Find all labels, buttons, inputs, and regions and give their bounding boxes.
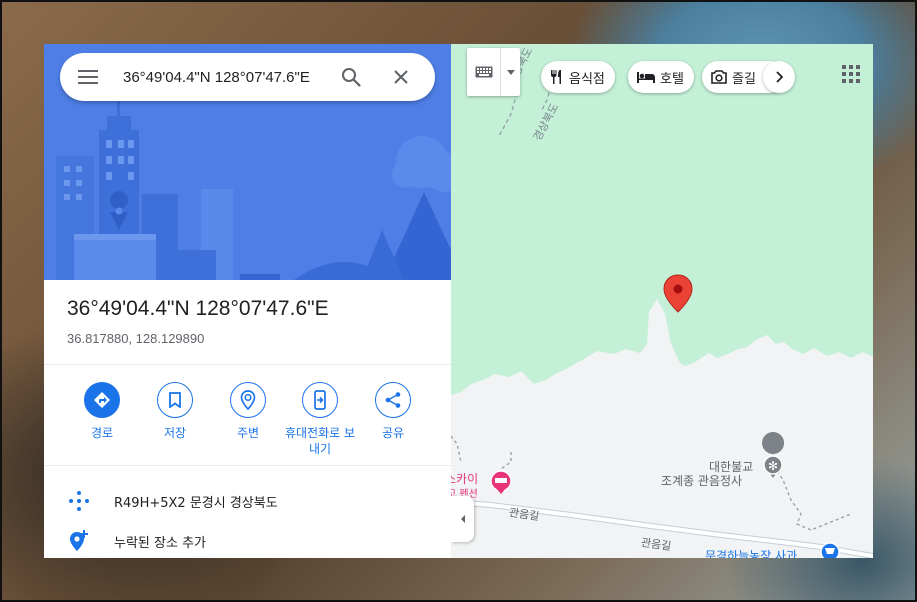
directions-button[interactable]: 경로 [62,382,142,441]
plus-code-icon [69,491,89,511]
place-decimal-coordinates: 36.817880, 128.129890 [67,331,205,346]
share-label: 공유 [381,426,405,440]
place-title: 36°49'04.4"N 128°07'47.6"E [67,297,329,320]
chevron-down-icon [506,69,515,75]
chip-things-to-do-label: 즐길 [732,71,756,87]
chip-restaurants[interactable]: 음식점 [541,61,615,93]
temple-label-line2[interactable]: 조계종 관음정사 [661,472,742,489]
apps-grid-icon [842,65,860,83]
divider [44,364,451,365]
close-icon [394,70,408,84]
send-to-phone-label: 휴대전화로 보내기 [284,426,356,456]
bookmark-icon [169,392,181,408]
chip-restaurants-label: 음식점 [569,71,605,87]
add-missing-place-text: 누락된 장소 추가 [114,535,206,551]
more-chips-button[interactable] [763,61,795,93]
collapse-panel-button[interactable] [451,496,474,542]
save-button[interactable]: 저장 [135,382,215,441]
maps-window: 36°49'04.4"N 128°07'47.6"E 36.817880, 12… [44,44,873,558]
search-input[interactable] [116,57,326,97]
add-place-icon [70,530,88,551]
chip-hotels-label: 호텔 [660,71,684,87]
restaurant-icon [551,70,561,84]
shopping-marker-icon[interactable] [820,542,840,558]
svg-text:✻: ✻ [768,459,778,473]
input-tools-button[interactable] [467,48,520,96]
camera-icon [711,70,727,84]
chip-hotels[interactable]: 호텔 [628,61,694,93]
action-buttons: 경로 저장 주변 휴대전화로 보내기 공유 [72,382,432,462]
google-apps-button[interactable] [837,60,865,88]
chevron-right-icon [776,71,783,83]
plus-code-text: R49H+5X2 문경시 경상북도 [114,495,278,511]
share-icon [385,392,401,408]
nearby-label: 주변 [236,426,260,440]
search-icon [342,68,361,87]
hamburger-menu-icon [78,70,98,84]
send-to-phone-button[interactable]: 휴대전화로 보내기 [280,382,360,457]
nearby-button[interactable]: 주변 [208,382,288,441]
hotel-icon [637,72,655,83]
nearby-icon [240,390,256,410]
share-button[interactable]: 공유 [353,382,433,441]
divider [44,465,451,466]
add-missing-place-row[interactable]: 누락된 장소 추가 [44,521,451,558]
clear-search-button[interactable] [376,53,426,101]
search-button[interactable] [326,53,376,101]
directions-icon [94,392,110,408]
save-label: 저장 [163,426,187,440]
plus-code-row[interactable]: R49H+5X2 문경시 경상북도 [44,481,451,521]
directions-label: 경로 [90,426,114,440]
store-label[interactable]: 문경하늘농장 사과 [705,547,797,558]
map-canvas[interactable]: ✻ 충청북도 경상북도 대한불교 조계종 관음정사 스카이 고 펜션 관음길 관… [451,44,873,558]
menu-button[interactable] [60,53,116,101]
hero-illustration [44,44,451,280]
chevron-left-icon [460,515,465,523]
search-box [60,53,435,101]
place-panel: 36°49'04.4"N 128°07'47.6"E 36.817880, 12… [44,44,451,558]
keyboard-icon [475,66,492,78]
send-to-phone-icon [314,390,326,410]
